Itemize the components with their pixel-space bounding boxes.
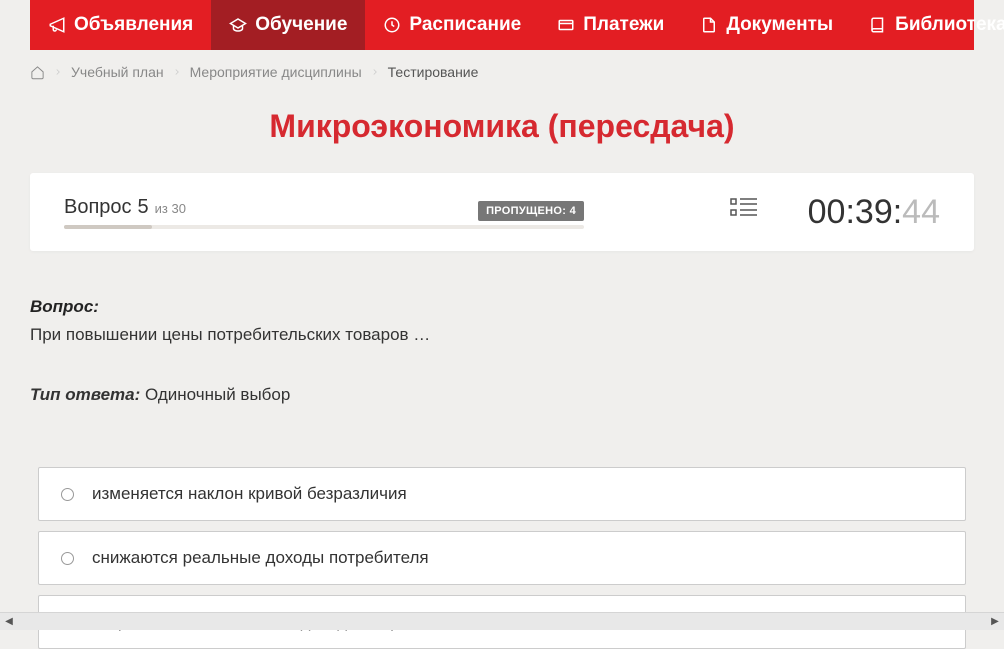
chevron-right-icon: [172, 64, 182, 80]
megaphone-icon: [48, 16, 66, 34]
nav-library[interactable]: Библиотека: [851, 0, 1004, 50]
list-icon: [730, 197, 758, 223]
question-label: Вопрос:: [30, 297, 974, 317]
timer: 00:39:44: [808, 193, 940, 232]
horizontal-scrollbar: ◀ ▶: [0, 612, 1004, 630]
option-text: снижаются реальные доходы потребителя: [92, 548, 429, 568]
progress-bar: [64, 225, 584, 229]
radio-icon: [61, 552, 74, 565]
info-panel: Вопрос 5 из 30 ПРОПУЩЕНО: 4: [30, 173, 974, 251]
breadcrumb: Учебный план Мероприятие дисциплины Тест…: [30, 64, 974, 80]
answer-type-label: Тип ответа:: [30, 385, 140, 404]
timer-seconds: 44: [902, 193, 940, 232]
breadcrumb-item[interactable]: Мероприятие дисциплины: [190, 64, 362, 80]
nav-schedule[interactable]: Расписание: [365, 0, 539, 50]
top-nav: Объявления Обучение Расписание Платежи Д…: [30, 0, 974, 50]
book-icon: [869, 16, 887, 34]
scroll-right-button[interactable]: ▶: [986, 613, 1004, 630]
nav-payments[interactable]: Платежи: [539, 0, 682, 50]
option-item[interactable]: снижаются реальные доходы потребителя: [38, 531, 966, 585]
nav-label: Обучение: [255, 14, 347, 36]
question-text: При повышении цены потребительских товар…: [30, 325, 974, 345]
page-title: Микроэкономика (пересдача): [30, 108, 974, 145]
nav-announcements[interactable]: Объявления: [30, 0, 211, 50]
chevron-right-icon: [53, 64, 63, 80]
question-progress: Вопрос 5 из 30 ПРОПУЩЕНО: 4: [64, 196, 680, 229]
graduation-icon: [229, 16, 247, 34]
skipped-badge: ПРОПУЩЕНО: 4: [478, 201, 584, 221]
card-icon: [557, 16, 575, 34]
timer-main: 00:39:: [808, 193, 903, 232]
scroll-left-button[interactable]: ◀: [0, 613, 18, 630]
question-counter: Вопрос 5 из 30: [64, 196, 680, 219]
nav-label: Библиотека: [895, 14, 1004, 36]
chevron-right-icon: [370, 64, 380, 80]
nav-label: Объявления: [74, 14, 193, 36]
nav-label: Документы: [726, 14, 833, 36]
option-text: изменяется наклон кривой безразличия: [92, 484, 407, 504]
breadcrumb-item[interactable]: Учебный план: [71, 64, 164, 80]
document-icon: [700, 16, 718, 34]
nav-education[interactable]: Обучение: [211, 0, 365, 50]
option-item[interactable]: изменяется наклон кривой безразличия: [38, 467, 966, 521]
home-icon[interactable]: [30, 65, 45, 80]
question-section: Вопрос: При повышении цены потребительск…: [30, 297, 974, 405]
nav-label: Расписание: [409, 14, 521, 36]
breadcrumb-current: Тестирование: [388, 64, 479, 80]
clock-icon: [383, 16, 401, 34]
progress-fill: [64, 225, 152, 229]
radio-icon: [61, 488, 74, 501]
answer-type-row: Тип ответа: Одиночный выбор: [30, 385, 974, 405]
answer-type-value: Одиночный выбор: [145, 385, 290, 404]
question-list-button[interactable]: [730, 197, 758, 228]
nav-label: Платежи: [583, 14, 664, 36]
nav-documents[interactable]: Документы: [682, 0, 851, 50]
